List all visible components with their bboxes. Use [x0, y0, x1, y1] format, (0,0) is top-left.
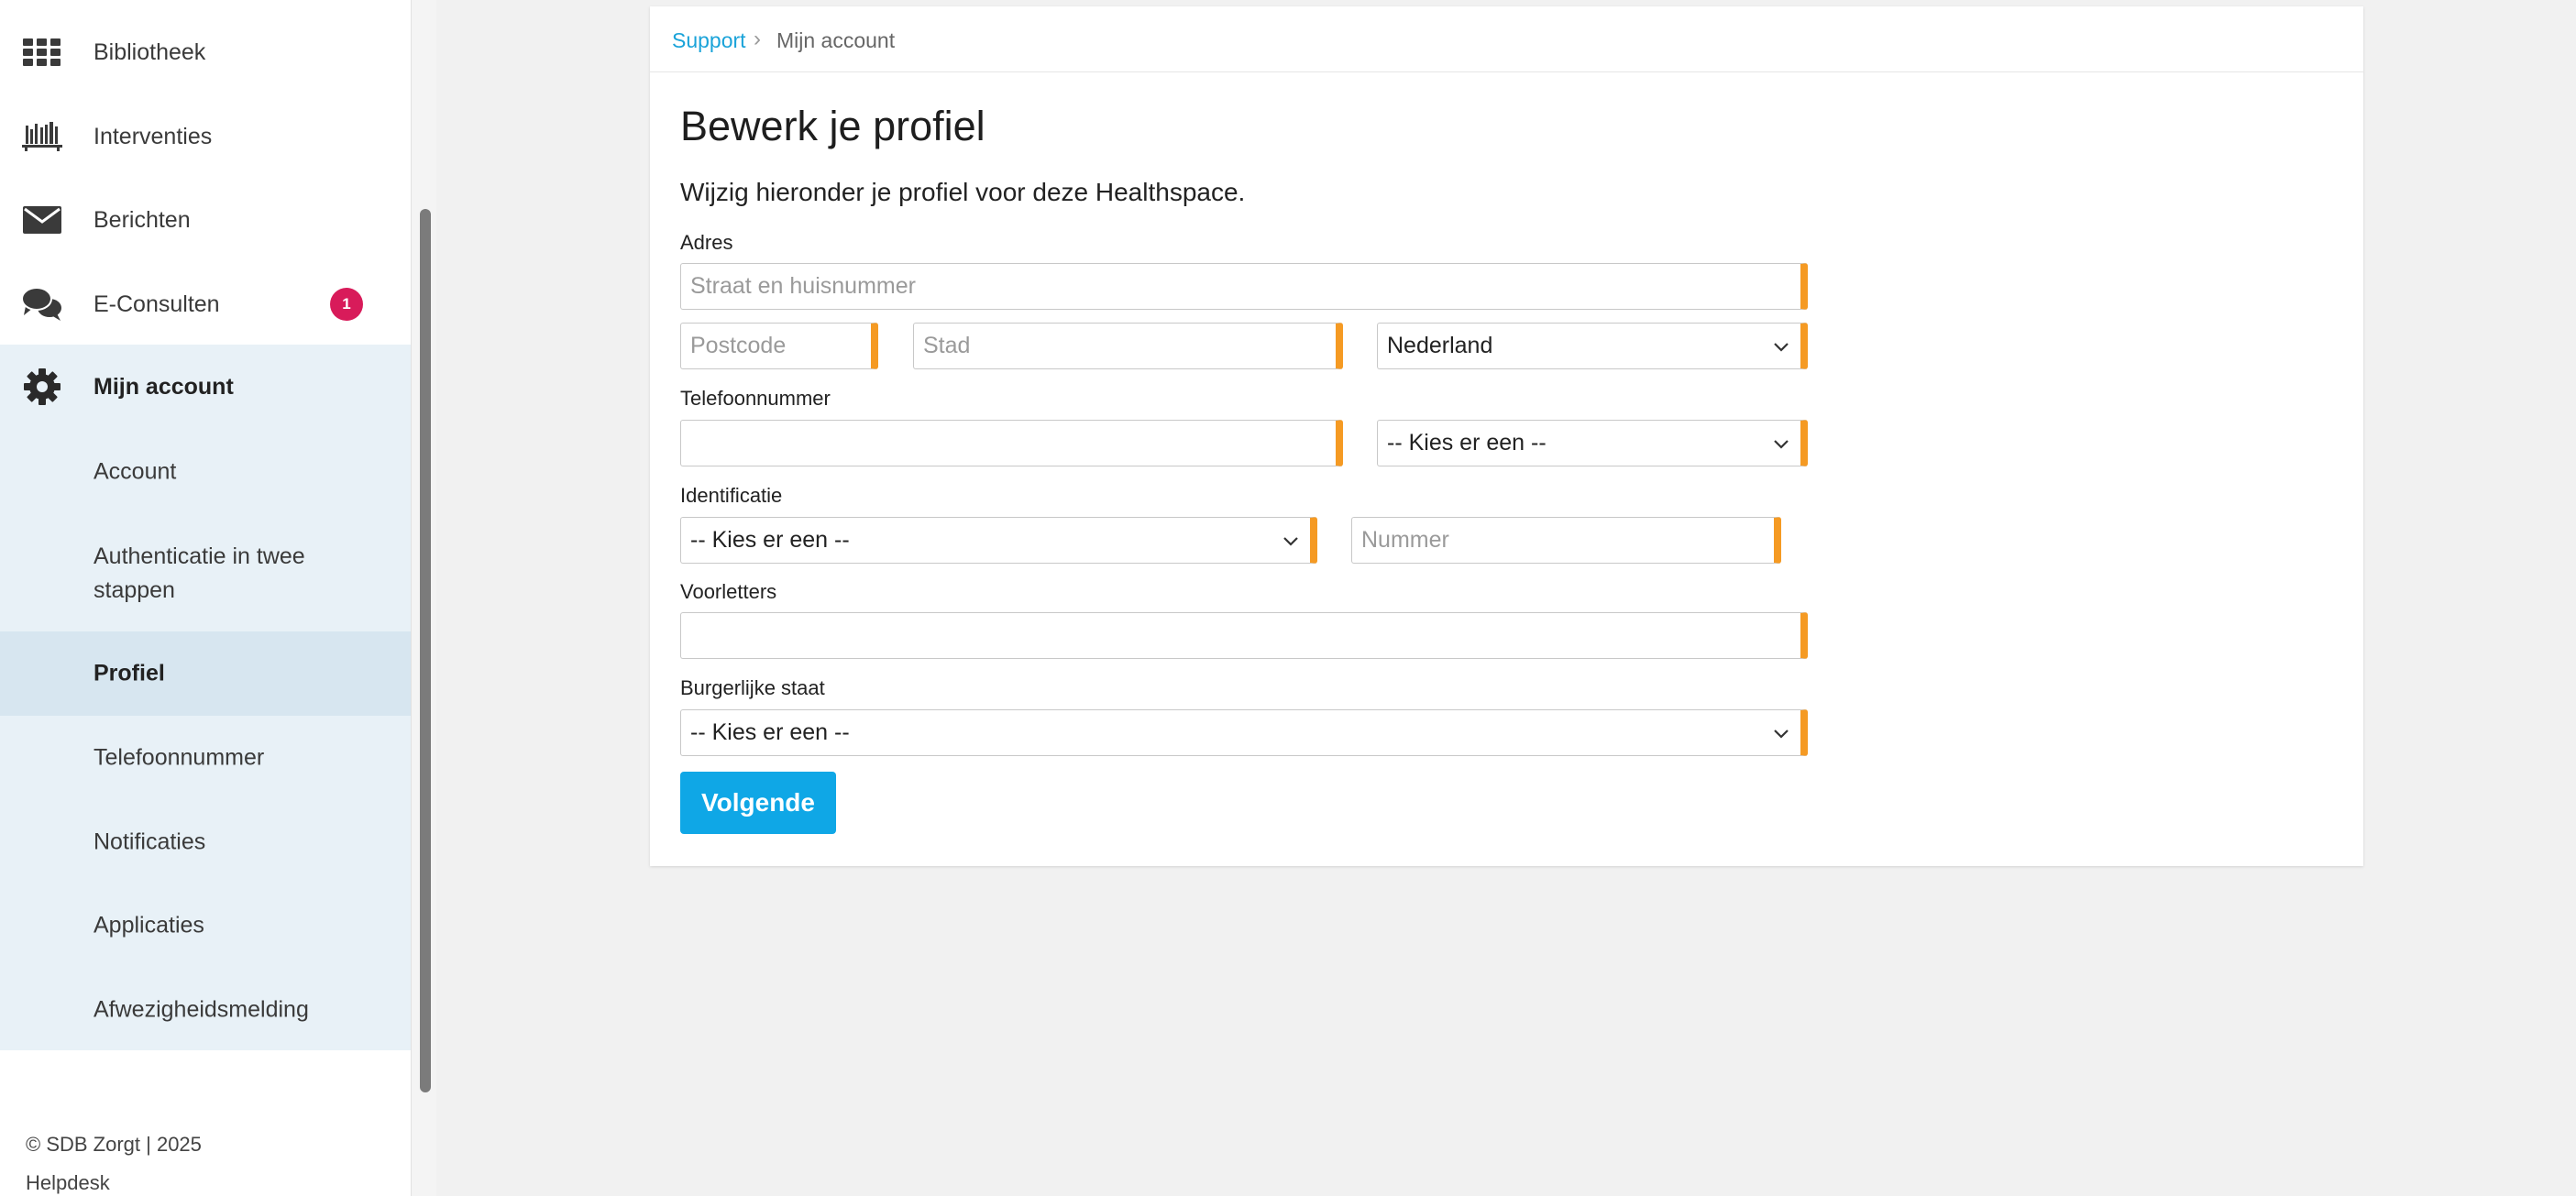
submenu-item-telefoonnummer[interactable]: Telefoonnummer [0, 716, 411, 800]
submenu-label: Telefoonnummer [94, 744, 265, 771]
nav-label: E-Consulten [94, 291, 220, 317]
marital-status-select[interactable]: -- Kies er een -- [680, 709, 1808, 756]
unread-badge: 1 [330, 288, 363, 321]
chevron-down-icon [1774, 342, 1789, 352]
postcode-input[interactable] [680, 323, 878, 369]
id-type-select[interactable]: -- Kies er een -- [680, 517, 1317, 564]
phone-input[interactable] [680, 420, 1343, 466]
submenu-item-afwezigheidsmelding[interactable]: Afwezigheidsmelding [0, 968, 411, 1052]
submenu-label: Applicaties [94, 912, 204, 938]
helpdesk-link[interactable]: Helpdesk [26, 1171, 110, 1195]
chat-bubbles-icon [22, 284, 62, 324]
id-number-input[interactable] [1351, 517, 1781, 564]
nav-label: Interventies [94, 123, 213, 149]
profile-card: Support › Mijn account Bewerk je profiel… [650, 6, 2363, 866]
nav-item-bibliotheek[interactable]: Bibliotheek [0, 10, 411, 94]
submenu-label: Authenticatie in twee stappen [94, 543, 305, 603]
marital-status-selected-value: -- Kies er een -- [690, 719, 850, 745]
breadcrumb-separator: › [754, 27, 761, 51]
phone-label: Telefoonnummer [680, 387, 831, 410]
nav-item-interventies[interactable]: Interventies [0, 94, 411, 179]
submenu-item-two-factor[interactable]: Authenticatie in twee stappen [0, 532, 411, 616]
sidebar-scrollbar[interactable] [411, 0, 436, 1196]
breadcrumb: Support › Mijn account [650, 6, 2363, 72]
id-type-selected-value: -- Kies er een -- [690, 527, 850, 553]
submenu-item-applicaties[interactable]: Applicaties [0, 883, 411, 968]
gear-icon [22, 367, 62, 407]
submenu-label: Afwezigheidsmelding [94, 996, 309, 1023]
submenu-label: Profiel [94, 660, 165, 686]
scrollbar-thumb[interactable] [420, 209, 431, 1092]
phone-type-selected-value: -- Kies er een -- [1387, 430, 1547, 455]
submenu-item-profiel[interactable]: Profiel [0, 631, 411, 716]
identification-label: Identificatie [680, 484, 783, 507]
nav-label: Berichten [94, 206, 191, 233]
submenu-item-account[interactable]: Account [0, 430, 411, 514]
phone-type-select[interactable]: -- Kies er een -- [1377, 420, 1808, 466]
initials-input[interactable] [680, 612, 1808, 659]
address-label: Adres [680, 231, 733, 254]
chevron-down-icon [1283, 536, 1298, 546]
nav-item-berichten[interactable]: Berichten [0, 178, 411, 262]
bookshelf-icon [22, 116, 62, 157]
marital-status-label: Burgerlijke staat [680, 676, 825, 699]
sidebar: Bibliotheek Interventies Berichten E-Con… [0, 0, 411, 1196]
submenu-label: Notificaties [94, 828, 206, 855]
nav-label: Bibliotheek [94, 38, 206, 65]
page-title: Bewerk je profiel [680, 103, 985, 149]
grid-icon [22, 32, 62, 72]
footer-copyright: © SDB Zorgt | 2025 [26, 1133, 202, 1156]
breadcrumb-current: Mijn account [776, 28, 896, 52]
chevron-down-icon [1774, 439, 1789, 449]
submenu-item-notificaties[interactable]: Notificaties [0, 800, 411, 884]
initials-label: Voorletters [680, 580, 777, 603]
next-button[interactable]: Volgende [680, 772, 836, 834]
country-selected-value: Nederland [1387, 333, 1493, 358]
nav-label: Mijn account [94, 373, 234, 400]
submenu-label: Account [94, 458, 177, 485]
nav-item-mijn-account[interactable]: Mijn account [0, 345, 411, 429]
envelope-icon [22, 200, 62, 240]
nav-item-e-consulten[interactable]: E-Consulten 1 [0, 262, 411, 346]
page-intro: Wijzig hieronder je profiel voor deze He… [680, 178, 1246, 206]
breadcrumb-support-link[interactable]: Support [672, 28, 746, 53]
country-select[interactable]: Nederland [1377, 323, 1808, 369]
chevron-down-icon [1774, 729, 1789, 739]
street-input[interactable] [680, 263, 1808, 310]
city-input[interactable] [913, 323, 1343, 369]
